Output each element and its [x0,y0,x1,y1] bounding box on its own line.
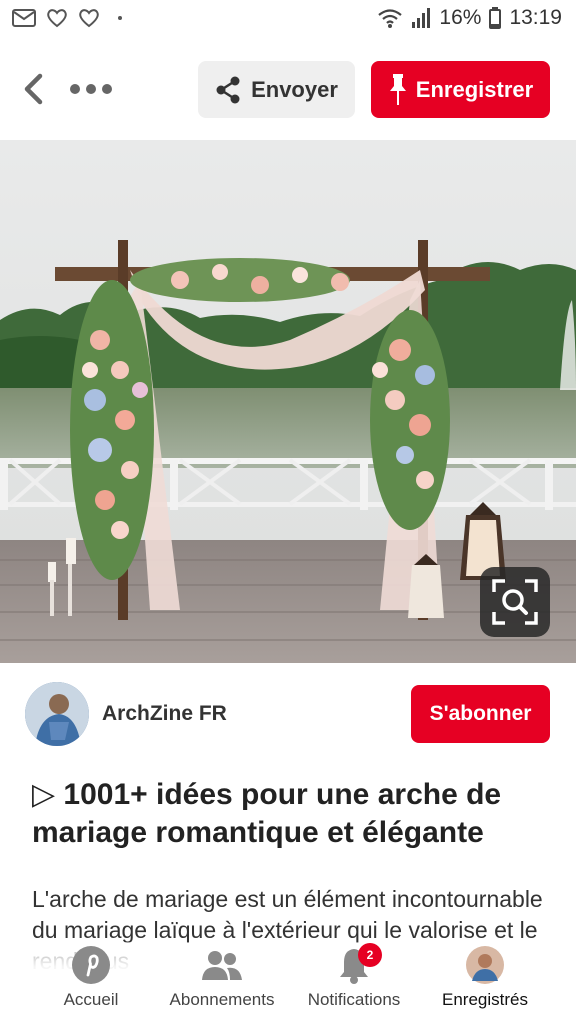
send-button-label: Envoyer [251,76,338,102]
more-dot-icon [86,84,96,94]
status-dot [118,16,122,20]
mail-icon [12,9,36,27]
signal-icon [412,8,431,28]
nav-notifications-label: Notifications [307,990,401,1009]
more-dot-icon [70,84,80,94]
nav-notifications[interactable]: 2 Notifications [300,942,408,1024]
pinterest-icon [71,942,111,988]
nav-following[interactable]: Abonnements [162,942,282,1024]
save-button-label: Enregistrer [415,76,534,102]
heart-icon [79,9,99,28]
status-notifications [12,8,122,28]
creator-name[interactable]: ArchZine FR [102,702,227,726]
nav-home-label: Accueil [63,990,119,1009]
nav-saved-label: Enregistrés [442,990,528,1009]
visual-search-button[interactable] [480,567,550,637]
clock: 13:19 [509,6,562,29]
battery-percent: 16% [439,6,482,29]
battery-icon [489,7,502,29]
save-button[interactable]: Enregistrer [371,61,550,118]
back-button[interactable] [18,72,52,106]
notification-badge: 2 [358,943,382,967]
pin-title: ▷ 1001+ idées pour une arche de mariage … [32,778,502,849]
more-options-button[interactable] [70,78,118,100]
people-icon [200,942,244,988]
lens-search-icon [492,579,538,625]
profile-avatar [465,942,505,988]
heart-icon [47,9,67,28]
pin-toolbar: Envoyer Enregistrer [0,40,576,140]
follow-button[interactable]: S'abonner [411,685,550,743]
creator-row: ArchZine FR S'abonner [0,680,576,750]
status-bar: 16% 13:19 [0,0,576,40]
nav-home[interactable]: Accueil [50,942,132,1024]
wifi-icon [378,9,403,28]
pin-icon [389,73,406,105]
creator-avatar[interactable] [25,682,89,746]
creator-avatar-image [25,682,89,746]
pin-image[interactable] [0,140,576,663]
nav-saved[interactable]: Enregistrés [436,942,534,1024]
bottom-navigation: Accueil Abonnements 2 Notifications Enre… [0,942,576,1024]
send-button[interactable]: Envoyer [198,61,355,118]
more-dot-icon [102,84,112,94]
chevron-left-icon [24,73,43,105]
status-system: 16% 13:19 [377,6,562,30]
share-icon [216,76,240,103]
nav-following-label: Abonnements [169,990,275,1009]
